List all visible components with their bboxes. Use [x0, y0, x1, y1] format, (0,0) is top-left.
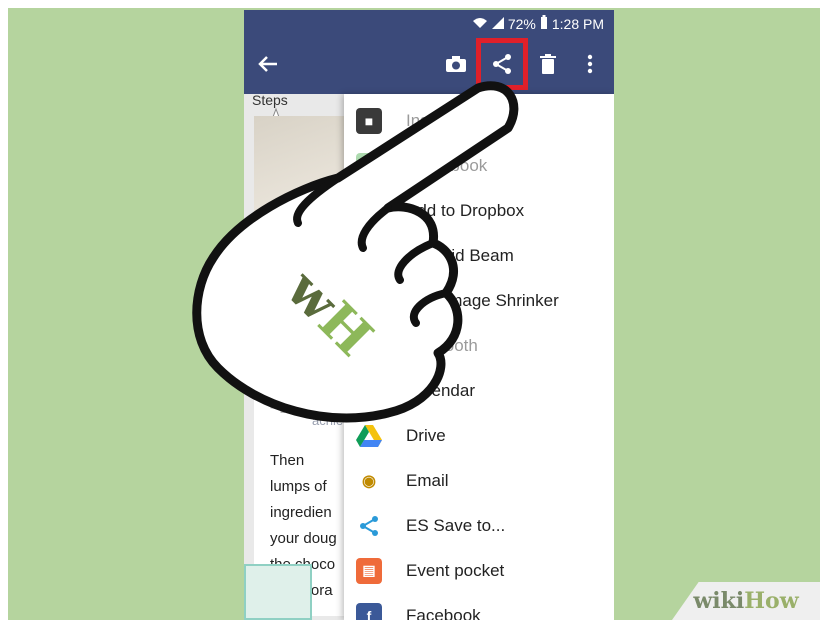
- avs-icon: ▣: [356, 287, 382, 314]
- facebook-icon: f: [356, 602, 382, 620]
- battery-icon: [540, 15, 548, 32]
- camera-button[interactable]: [438, 48, 474, 84]
- es-save-icon: [356, 513, 382, 539]
- more-vertical-icon: [587, 54, 593, 79]
- calendar-icon: ▦: [356, 377, 382, 404]
- menu-item-label: Email: [406, 470, 449, 490]
- step-card: 4 Mix i achie Then lumps of ingredien yo…: [254, 116, 348, 616]
- step-number: 4: [270, 384, 288, 420]
- menu-item-label: Scrapbook: [406, 155, 488, 175]
- android-beam-icon: N: [356, 242, 382, 269]
- menu-item-label: Calendar: [406, 380, 475, 400]
- back-arrow-icon: [257, 55, 279, 78]
- bluetooth-icon: ᛒ: [356, 332, 382, 359]
- share-item-email[interactable]: ◉ Email: [344, 458, 614, 503]
- share-item-event-pocket[interactable]: ▤ Event pocket: [344, 548, 614, 593]
- steps-label: Steps: [252, 92, 288, 108]
- share-item-es-save[interactable]: ES Save to...: [344, 503, 614, 548]
- share-item-facebook[interactable]: f Facebook: [344, 593, 614, 620]
- wikihow-watermark: wiki How: [672, 582, 820, 620]
- menu-item-label: Add to Dropbox: [406, 200, 525, 220]
- illustration-background: 72% 1:28 PM Steps 4 Mix i achie Then lum…: [8, 8, 820, 620]
- share-item-instasize[interactable]: ■ InstaSize: [344, 98, 614, 143]
- step-image: [254, 116, 348, 356]
- menu-item-label: Event pocket: [406, 560, 505, 580]
- thumbnail[interactable]: [244, 564, 312, 620]
- event-pocket-icon: ▤: [356, 557, 382, 584]
- share-menu: ■ InstaSize ✎ Scrapbook ◆ Add to Dropbox…: [344, 94, 614, 620]
- dropbox-icon: ◆: [356, 197, 382, 224]
- step-heading-line: achie: [312, 413, 344, 428]
- step-text-line: Then: [270, 452, 305, 469]
- menu-item-label: Android Beam: [406, 245, 514, 265]
- menu-item-label: Drive: [406, 425, 446, 445]
- share-item-avs-image-shrinker[interactable]: ▣ AVS Image Shrinker: [344, 278, 614, 323]
- share-item-scrapbook[interactable]: ✎ Scrapbook: [344, 143, 614, 188]
- trash-icon: [540, 53, 556, 79]
- camera-icon: [445, 55, 467, 78]
- signal-icon: [491, 16, 504, 32]
- share-item-bluetooth[interactable]: ᛒ Bluetooth: [344, 323, 614, 368]
- phone-screen: 72% 1:28 PM Steps 4 Mix i achie Then lum…: [244, 10, 614, 620]
- wifi-icon: [472, 16, 488, 32]
- instasize-icon: ■: [356, 107, 382, 134]
- menu-item-label: Facebook: [406, 605, 481, 620]
- share-item-dropbox[interactable]: ◆ Add to Dropbox: [344, 188, 614, 233]
- menu-item-label: Bluetooth: [406, 335, 478, 355]
- action-bar: [244, 38, 614, 94]
- drive-icon: [356, 423, 382, 449]
- share-item-calendar[interactable]: ▦ Calendar: [344, 368, 614, 413]
- delete-button[interactable]: [530, 48, 566, 84]
- watermark-wiki: wiki: [693, 588, 745, 614]
- menu-item-label: InstaSize: [406, 110, 476, 130]
- menu-item-label: AVS Image Shrinker: [406, 290, 559, 310]
- email-icon: ◉: [362, 472, 376, 490]
- menu-item-label: ES Save to...: [406, 515, 506, 535]
- watermark-how: How: [744, 588, 799, 614]
- overflow-menu-button[interactable]: [572, 48, 608, 84]
- step-heading: Mix i achie: [312, 388, 343, 432]
- clock: 1:28 PM: [551, 15, 604, 32]
- step-heading-line: Mix i: [312, 391, 339, 406]
- status-bar: 72% 1:28 PM: [244, 10, 614, 38]
- share-item-drive[interactable]: Drive: [344, 413, 614, 458]
- step-text-line: ingredien: [270, 504, 332, 521]
- back-button[interactable]: [250, 48, 286, 84]
- share-highlight-box: [476, 38, 528, 90]
- battery-percent: 72%: [507, 15, 536, 32]
- share-item-android-beam[interactable]: N Android Beam: [344, 233, 614, 278]
- scrapbook-icon: ✎: [356, 152, 382, 179]
- step-text-line: lumps of: [270, 478, 327, 495]
- step-text-line: your doug: [270, 530, 337, 547]
